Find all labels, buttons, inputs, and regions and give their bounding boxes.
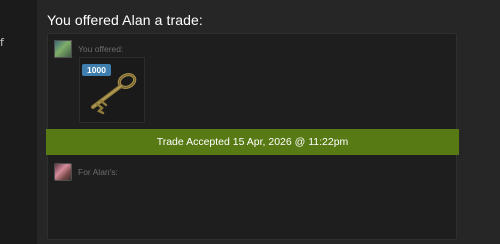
key-icon [91, 72, 137, 115]
my-avatar[interactable] [54, 40, 72, 58]
trade-status-banner: Trade Accepted 15 Apr, 2026 @ 11:22pm [46, 129, 459, 155]
trade-title: You offered Alan a trade: [47, 12, 203, 28]
alan-avatar[interactable] [54, 163, 72, 181]
for-alans-label: For Alan's: [78, 167, 118, 177]
sidebar-text-fragment: f [0, 36, 4, 49]
you-offered-label: You offered: [78, 44, 124, 54]
sidebar-edge: f [0, 0, 10, 244]
